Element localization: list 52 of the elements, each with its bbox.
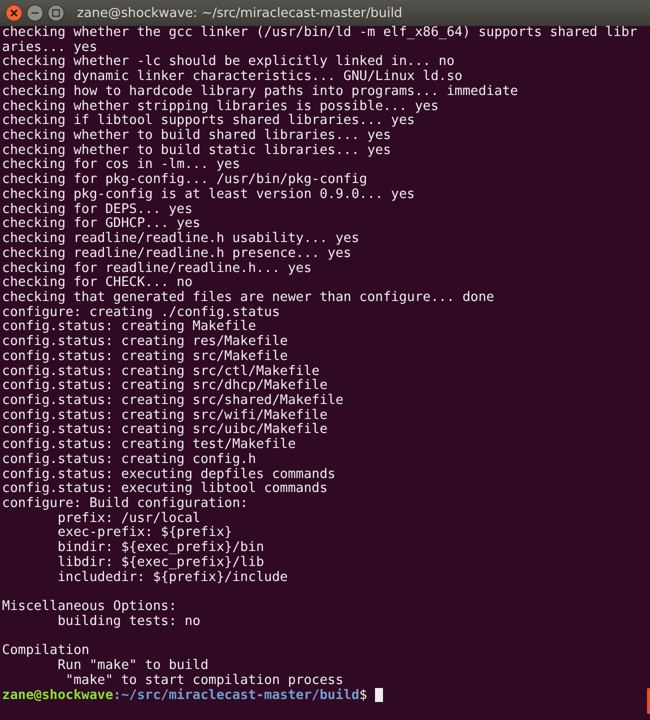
terminal-line: config.status: executing depfiles commands [2, 466, 336, 482]
terminal-line: Run "make" to build [56, 658, 208, 673]
terminal-line: checking pkg-config is at least version 0.9.0... yes [2, 186, 415, 202]
terminal-line: config.status: creating src/dhcp/Makefile [2, 378, 328, 394]
terminal-line: config.status: creating config.h [2, 452, 256, 467]
terminal-line: config.status: creating src/shared/Makefile [2, 392, 344, 408]
terminal-line: checking if libtool supports shared libraries... yes [2, 113, 415, 128]
terminal-line: checking dynamic linker characteristics... GNU/Linux ld.so [2, 69, 462, 84]
window-title: zane@shockwave: ~/src/miraclecast-master/build [77, 6, 402, 20]
text-cursor [375, 688, 384, 702]
terminal-line: checking whether to build static libraries... yes [2, 142, 392, 158]
terminal-line: config.status: creating res/Makefile [2, 334, 288, 350]
terminal-line: checking readline/readline.h presence... yes [2, 246, 352, 261]
terminal-line: checking for CHECK... no [2, 275, 193, 290]
close-icon[interactable] [5, 4, 23, 22]
terminal-line: Compilation [2, 643, 90, 658]
terminal-line: checking how to hardcode library paths into programs... immediate [2, 84, 518, 99]
prompt-user: zane@shockwave [2, 688, 114, 704]
terminal-line: checking that generated files are newer than configure... done [2, 290, 494, 305]
terminal-line: libdir: ${exec_prefix}/lib [56, 554, 264, 570]
terminal-line: checking for pkg-config... /usr/bin/pkg-config [2, 172, 368, 188]
terminal-line: config.status: creating src/uibc/Makefile [2, 422, 328, 438]
terminal-line: config.status: creating src/wifi/Makefile [2, 408, 328, 423]
terminal-line: config.status: creating Makefile [2, 319, 256, 334]
terminal-line: configure: creating ./config.status [2, 304, 280, 320]
terminal-line: config.status: creating src/Makefile [2, 348, 288, 364]
terminal-line: prefix: /usr/local [56, 510, 200, 526]
terminal-line: config.status: creating src/ctl/Makefile [2, 364, 320, 379]
minimize-icon[interactable] [26, 4, 44, 22]
terminal-line: checking for cos in -lm... yes [2, 157, 240, 172]
terminal-line: checking for DEPS... yes [2, 202, 193, 217]
terminal-line: Miscellaneous Options: [2, 599, 177, 614]
terminal-line: checking whether -lc should be explicitly linked in... no [2, 54, 455, 70]
terminal-line: checking readline/readline.h usability... yes [2, 231, 360, 246]
terminal-line: checking whether to build shared libraries... yes [2, 128, 392, 144]
terminal-line: checking for GDHCP... yes [2, 216, 200, 232]
terminal-line: aries... yes [2, 40, 98, 55]
terminal-line: building tests: no [56, 614, 200, 629]
terminal-line: config.status: executing libtool commands [2, 481, 328, 496]
prompt-path: :~/src/miraclecast-master/build [113, 688, 360, 704]
terminal-line: configure: Build configuration: [2, 496, 248, 511]
terminal-line: exec-prefix: ${prefix} [56, 525, 232, 540]
maximize-icon[interactable] [47, 4, 65, 22]
prompt-symbol: $ [359, 688, 368, 704]
terminal-line: includedir: ${prefix}/include [56, 570, 288, 585]
terminal-line: bindir: ${exec_prefix}/bin [56, 540, 264, 556]
terminal-line: checking whether the gcc linker (/usr/bin/ld -m elf_x86_64) supports shared libr [2, 25, 638, 40]
terminal-line: checking for readline/readline.h... yes [2, 260, 312, 276]
scrollbar-thumb[interactable] [647, 688, 650, 714]
terminal-line: checking whether stripping libraries is possible... yes [2, 98, 439, 114]
terminal-line: config.status: creating test/Makefile [2, 437, 296, 452]
terminal-line: "make" to start compilation process [64, 672, 344, 688]
